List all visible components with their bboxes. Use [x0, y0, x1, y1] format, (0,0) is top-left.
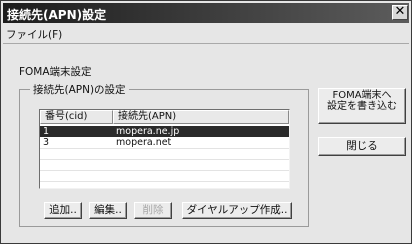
apn-cell: mopera.ne.jp [116, 126, 180, 137]
column-header-apn[interactable]: 接続先(APN) [113, 110, 289, 124]
apn-list[interactable]: 番号(cid) 接続先(APN) 1 mopera.ne.jp 3 mopera… [39, 109, 290, 189]
create-dialup-button[interactable]: ダイヤルアップ作成.. [182, 202, 292, 219]
menu-file[interactable]: ファイル(F) [6, 27, 62, 42]
group-title: 接続先(APN)の設定 [30, 82, 129, 97]
row-divider [40, 181, 289, 182]
delete-button[interactable]: 削除 [134, 202, 172, 219]
cid-cell: 1 [43, 126, 50, 137]
close-icon: ✕ [394, 4, 406, 19]
edit-button[interactable]: 編集.. [89, 202, 127, 219]
title-bar: 接続先(APN)設定 ✕ [3, 3, 409, 23]
table-row[interactable]: 3 mopera.net [40, 137, 289, 148]
row-divider [40, 159, 289, 160]
table-row[interactable]: 1 mopera.ne.jp [40, 126, 289, 137]
close-window-button[interactable]: ✕ [392, 5, 408, 20]
cid-cell: 3 [43, 137, 50, 148]
write-to-foma-button[interactable]: FOMA端末へ 設定を書き込む [318, 88, 406, 124]
list-header: 番号(cid) 接続先(APN) [40, 110, 289, 124]
section-label: FOMA端末設定 [19, 66, 92, 78]
row-divider [40, 148, 289, 149]
write-button-line2: 設定を書き込む [327, 101, 397, 112]
add-button[interactable]: 追加.. [44, 202, 82, 219]
column-header-cid[interactable]: 番号(cid) [40, 110, 113, 124]
apn-cell: mopera.net [116, 137, 172, 148]
close-button[interactable]: 閉じる [318, 137, 406, 156]
menu-bar: ファイル(F) [3, 25, 409, 44]
write-button-line1: FOMA端末へ [332, 90, 392, 101]
window-title: 接続先(APN)設定 [7, 8, 107, 22]
row-divider [40, 170, 289, 171]
